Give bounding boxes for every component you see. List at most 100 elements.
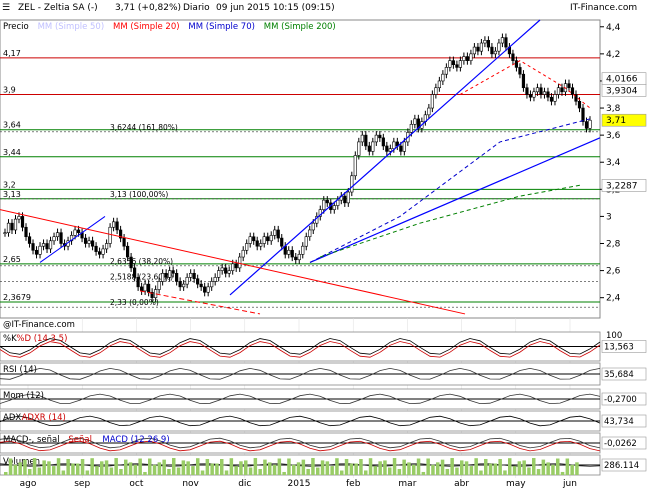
volume-bar (215, 463, 219, 475)
volume-bar (258, 469, 262, 475)
candle-body (549, 96, 554, 102)
candle-body (451, 60, 455, 66)
y-tick-label: 4,2 (606, 50, 620, 60)
volume-bar (512, 466, 517, 475)
candle-body (511, 53, 515, 61)
candle-body (24, 226, 28, 238)
candle-body (199, 283, 203, 288)
volume-bar (556, 458, 560, 475)
volume-bar (119, 469, 123, 475)
candle-body (441, 73, 445, 82)
candle-body (83, 237, 88, 244)
candle-body (392, 141, 396, 149)
candle-body (87, 240, 91, 244)
x-tick-label: 2015 (288, 479, 311, 489)
candle-body (497, 42, 501, 52)
candle-body (108, 226, 112, 244)
candle-body (465, 56, 469, 61)
candle-body (182, 283, 186, 288)
candle-body (385, 145, 389, 152)
indicator-value: -0,0262 (604, 439, 637, 449)
price-panel (0, 19, 601, 319)
volume-bar (479, 470, 483, 475)
candle-body (206, 286, 210, 293)
volume-bar (469, 466, 474, 475)
volume-bar (32, 458, 37, 475)
candle-body (269, 235, 273, 242)
volume-bar (431, 464, 435, 475)
volume-bar (359, 459, 363, 475)
candle-body (122, 237, 126, 247)
candle-body (90, 240, 95, 247)
candle-body (518, 67, 522, 75)
candle-body (493, 50, 498, 55)
indicator-label: ADX (3, 413, 21, 423)
candle-body (20, 216, 25, 228)
volume-bar (541, 459, 546, 475)
volume-bar (13, 464, 18, 475)
candle-body (546, 91, 550, 98)
candle-body (224, 267, 228, 274)
volume-bar (28, 468, 32, 475)
volume-bar (200, 470, 205, 475)
level-label: 4,17 (3, 49, 21, 58)
candle-body (577, 100, 582, 109)
candle-body (115, 221, 119, 231)
candle-body (185, 277, 189, 285)
candle-body (427, 107, 431, 116)
volume-bar (383, 460, 387, 475)
candle-body (45, 243, 49, 250)
x-tick-label: nov (182, 479, 199, 489)
volume-bar (340, 470, 344, 475)
volume-bar (551, 464, 555, 475)
candle-body (413, 118, 417, 125)
volume-bar (176, 467, 181, 475)
volume-bar (532, 458, 536, 475)
volume-bar (23, 459, 27, 475)
indicator-value: 43,734 (604, 417, 634, 427)
candle-body (304, 236, 308, 247)
volume-bar (109, 467, 114, 475)
volume-bar (277, 458, 282, 475)
candle-body (353, 155, 357, 177)
candle-body (101, 248, 105, 255)
candle-body (164, 272, 168, 278)
candle-body (17, 216, 21, 220)
volume-bar (426, 458, 430, 475)
indicator-ref: 100 (606, 331, 622, 341)
indicator-label: RSI (14) (3, 365, 37, 375)
y-tick-label: 2,8 (606, 240, 621, 250)
volume-bar (205, 458, 210, 475)
candle-body (157, 281, 161, 290)
candle-body (364, 134, 368, 147)
candle-body (178, 281, 182, 288)
volume-bar (80, 458, 85, 475)
candle-body (448, 60, 452, 68)
volume-bar (162, 459, 166, 475)
candle-body (136, 277, 140, 288)
candle-body (409, 124, 413, 133)
volume-bar (450, 458, 454, 475)
candle-body (290, 249, 294, 258)
stock-chart[interactable]: Precio MM (Simple 50) MM (Simple 20) MM (Si… (0, 0, 650, 490)
candle-body (525, 87, 529, 95)
volume-bar (325, 461, 330, 475)
indicator-name: Señal (68, 435, 92, 445)
volume-bar (378, 461, 382, 475)
volume-bar (167, 468, 171, 475)
volume-bar (128, 462, 133, 475)
x-tick-label: dic (238, 479, 251, 489)
price-label: 3,2287 (606, 181, 638, 191)
volume-bar (66, 458, 70, 475)
volume-bar (239, 461, 243, 475)
volume-bar (373, 466, 378, 475)
volume-bar (220, 459, 224, 475)
volume-bar (575, 462, 579, 475)
candle-body (399, 145, 403, 152)
volume-bar (527, 467, 531, 475)
volume-bar (392, 458, 397, 475)
candle-body (280, 237, 284, 247)
candle-body (97, 251, 102, 255)
y-tick-label: 3,6 (606, 131, 621, 141)
legend-item-4: MM (Simple 200) (264, 22, 336, 32)
